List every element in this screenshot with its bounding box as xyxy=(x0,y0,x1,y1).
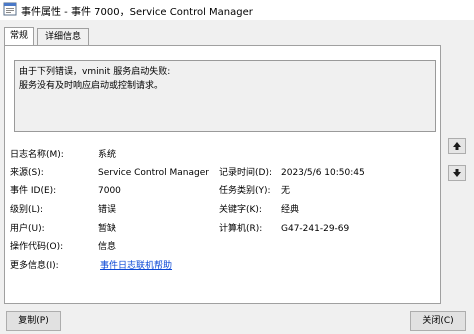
keywords-value: 经典 xyxy=(281,205,300,215)
opcode-label: 操作代码(O): xyxy=(10,242,64,252)
user-value: 暂缺 xyxy=(98,224,117,234)
logged-label: 记录时间(D): xyxy=(219,168,272,178)
copy-button[interactable]: 复制(P) xyxy=(6,311,61,331)
source-label: 来源(S): xyxy=(10,168,44,178)
next-event-button[interactable] xyxy=(448,165,466,181)
event-description[interactable]: 由于下列错误，vminit 服务启动失败: 服务没有及时响应启动或控制请求。 xyxy=(14,60,436,132)
window-title: 事件属性 - 事件 7000，Service Control Manager xyxy=(21,7,253,18)
description-line-1: 由于下列错误，vminit 服务启动失败: xyxy=(19,67,171,77)
event-properties-window: 事件属性 - 事件 7000，Service Control Manager 常… xyxy=(0,0,474,334)
close-button[interactable]: 关闭(C) xyxy=(410,311,466,331)
computer-value: G47-241-29-69 xyxy=(281,224,350,234)
keywords-label: 关键字(K): xyxy=(219,205,262,215)
task-category-value: 无 xyxy=(281,186,291,196)
level-label: 级别(L): xyxy=(10,205,44,215)
computer-label: 计算机(R): xyxy=(219,224,263,234)
title-bar: 事件属性 - 事件 7000，Service Control Manager xyxy=(0,0,474,20)
event-log-online-help-link[interactable]: 事件日志联机帮助 xyxy=(100,260,172,272)
event-viewer-icon xyxy=(3,2,17,16)
opcode-value: 信息 xyxy=(98,242,117,252)
more-info-label: 更多信息(I): xyxy=(10,261,59,271)
previous-event-button[interactable] xyxy=(448,138,466,154)
tab-general[interactable]: 常规 xyxy=(4,27,34,45)
event-id-value: 7000 xyxy=(98,186,121,196)
tab-details[interactable]: 详细信息 xyxy=(37,28,89,45)
logged-value: 2023/5/6 10:50:45 xyxy=(281,168,365,178)
level-value: 错误 xyxy=(98,205,117,215)
source-value: Service Control Manager xyxy=(98,168,209,178)
user-label: 用户(U): xyxy=(10,224,45,234)
log-name-value: 系统 xyxy=(98,150,117,160)
arrow-up-icon xyxy=(453,142,461,150)
log-name-label: 日志名称(M): xyxy=(10,150,64,160)
task-category-label: 任务类别(Y): xyxy=(219,186,271,196)
event-id-label: 事件 ID(E): xyxy=(10,186,57,196)
description-line-2: 服务没有及时响应启动或控制请求。 xyxy=(19,81,164,91)
arrow-down-icon xyxy=(453,169,461,177)
